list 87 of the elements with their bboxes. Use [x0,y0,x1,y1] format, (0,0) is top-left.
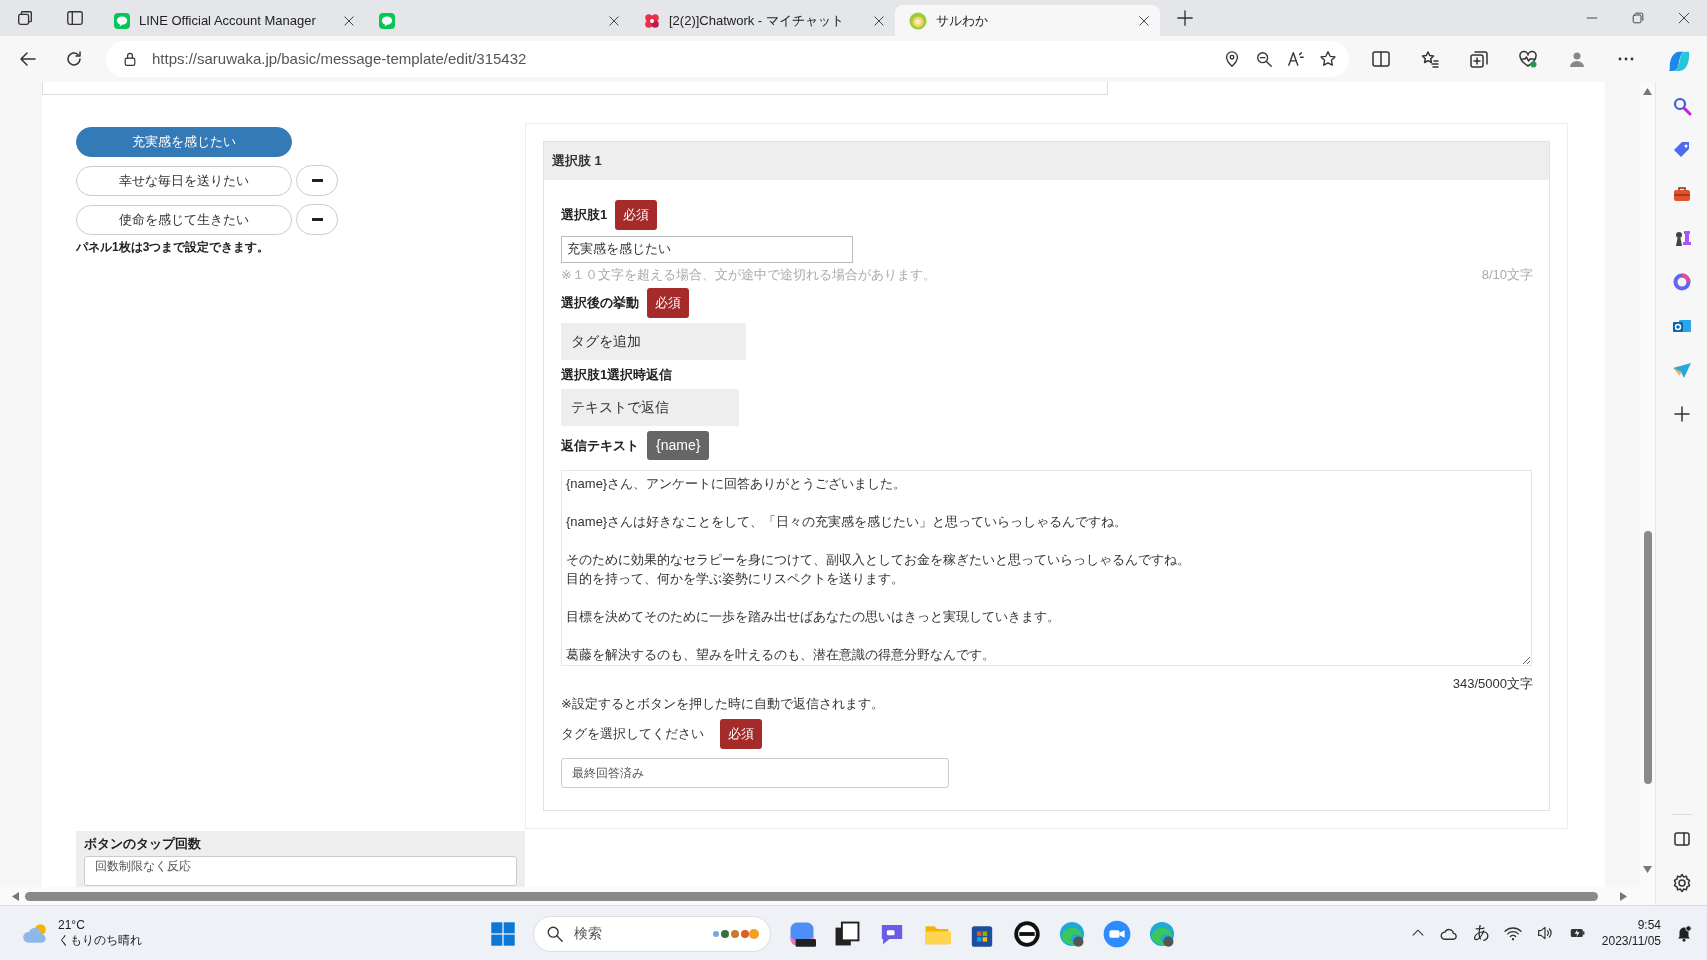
tag-select-field[interactable]: 最終回答済み [561,757,949,788]
ime-indicator[interactable]: あ [1472,920,1490,946]
field-label: 選択肢1選択時返信 [561,365,673,384]
scroll-right-arrow-icon[interactable] [1620,891,1627,901]
collections-icon[interactable] [1469,49,1489,69]
minus-icon [311,217,323,222]
panel-note: パネル1枚は3つまで設定できます。 [76,239,271,256]
chat-bubble-logo-icon [379,12,395,29]
location-pin-icon[interactable] [1223,50,1241,68]
speaker-icon[interactable] [1535,925,1554,941]
taskbar-search-field[interactable]: 検索 [533,915,771,952]
choice-button[interactable]: 使命を感じて生きたい [76,204,292,235]
wifi-icon[interactable] [1503,925,1522,941]
weather-text: くもりのち晴れ [58,933,142,948]
url-text: https://saruwaka.jp/basic/message-template/edit/315432 [152,48,528,69]
zoom-out-icon[interactable] [1255,50,1273,68]
remove-button[interactable] [296,204,338,235]
search-icon[interactable] [1671,96,1692,116]
scroll-left-arrow-icon[interactable] [12,891,19,901]
close-icon[interactable] [343,14,355,27]
task-view-icon[interactable] [833,919,861,948]
ring-icon[interactable] [1671,272,1692,292]
workspaces-icon[interactable] [16,9,34,27]
reply-note: ※設定するとボタンを押した時に自動で返信されます。 [561,694,884,713]
browser-icon[interactable] [1148,919,1176,948]
favorites-list-icon[interactable] [1420,49,1440,69]
plus-icon[interactable] [1671,404,1692,424]
required-badge: 必須 [615,200,658,230]
time-text[interactable]: 9:54 [1601,917,1661,933]
scrollbar-thumb[interactable] [25,891,1598,901]
toolbox-icon[interactable] [1671,184,1692,204]
close-icon[interactable] [873,14,885,27]
restore-icon[interactable] [1632,12,1644,24]
search-icon [546,924,564,943]
browser-tab[interactable]: サルわか [895,5,1160,36]
field-label: 選択肢1 [561,206,608,224]
round-logo-icon [909,11,927,30]
browser-tab[interactable]: LINE Official Account Manager [100,5,365,36]
required-badge: 必須 [647,288,689,318]
close-icon[interactable] [1138,14,1150,27]
lock-icon [122,51,138,67]
split-screen-icon[interactable] [1371,49,1391,69]
address-field[interactable]: https://saruwaka.jp/basic/message-template/edit/315432 [106,41,1349,77]
chat-bubble-logo-icon [114,12,130,29]
minus-icon [311,178,323,183]
hint-text: ※１０文字を超える場合、文が途中で途切れる場合があります。 [561,265,936,284]
settings-icon[interactable] [1671,873,1692,893]
reply-option-button[interactable]: テキストで返信 [561,389,739,426]
close-icon[interactable] [1678,12,1690,24]
browser-tab[interactable]: [2(2)]Chatwork - マイチャット [630,5,895,36]
tab-actions-icon[interactable] [66,9,84,27]
temperature-text: 21°C [58,918,86,933]
field-label: 返信テキスト [561,436,639,455]
reply-textarea[interactable]: {name}さん、アンケートに回答ありがとうございました。 {name}さんは好きなことをして、「日々の充実感を感じたい」と思っていらっしゃるんですね。 そのために効果的なセラピーを身につけて、副収入としてお金を稼ぎたいと思っていらっしゃるんですね。 目的を持って、何かを学ぶ姿勢にリスペクトを送ります。 目標を決めてそのために一歩を踏み出せばあなたの思いはきっと実現していきます。 葛藤を解決するのも、望みを叶えるのも、潜在意識の得意分野なんです。 [561,470,1532,666]
scroll-down-arrow-icon[interactable] [1643,866,1652,873]
scroll-up-arrow-icon[interactable] [1643,88,1652,95]
date-text[interactable]: 2023/11/05 [1601,933,1661,949]
field-label: タグを選択してください [561,725,704,743]
reload-icon[interactable] [64,49,84,69]
browser-icon[interactable] [1058,919,1086,948]
search-placeholder: 検索 [574,924,603,943]
remove-button[interactable] [296,165,338,196]
choice-button[interactable]: 充実感を感じたい [76,127,292,157]
flower-logo-icon [644,12,660,29]
start-icon[interactable] [490,920,516,947]
char-count: 8/10文字 [1481,265,1533,284]
required-badge: 必須 [720,719,762,749]
field-label: ボタンのタップ回数 [84,835,202,852]
back-arrow-icon[interactable] [18,49,38,69]
round-logo-icon[interactable] [1013,919,1041,948]
scrollbar-thumb[interactable] [1643,531,1652,784]
new-tab-plus-icon[interactable] [1176,9,1194,27]
sidebar-toggle-icon[interactable] [1671,829,1692,849]
tap-count-field[interactable]: 回数制限なく反応 [84,855,517,886]
insert-name-button[interactable]: {name} [647,431,710,460]
char-count: 343/5000文字 [1452,675,1533,693]
choice-button[interactable]: 幸せな毎日を送りたい [76,165,292,196]
paper-plane-icon[interactable] [1671,360,1692,380]
action-option-button[interactable]: タグを追加 [561,322,746,360]
heart-pulse-icon[interactable] [1518,49,1538,69]
star-icon[interactable] [1319,50,1337,68]
read-aloud-icon[interactable] [1287,50,1305,68]
choice-text-input[interactable]: 充実感を感じたい [561,235,853,263]
close-icon[interactable] [608,14,620,27]
video-camera-icon[interactable] [1103,919,1131,948]
field-label: 選択後の挙動 [561,294,639,312]
panel-header: 選択肢 1 [544,142,1549,180]
